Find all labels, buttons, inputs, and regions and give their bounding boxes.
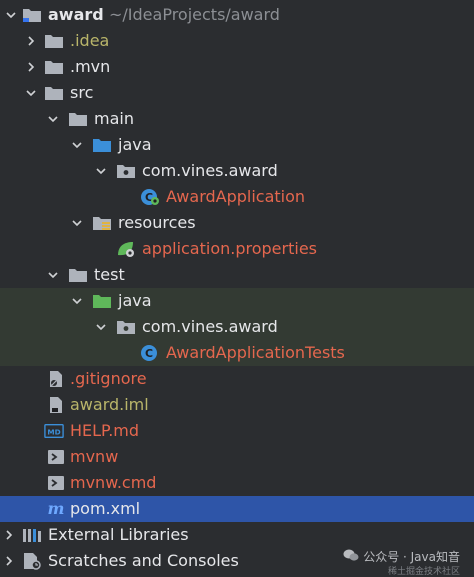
- tree-row-mvnw[interactable]: mvnw: [0, 444, 474, 470]
- tree-row-idea[interactable]: .idea: [0, 28, 474, 54]
- chevron-right-icon[interactable]: [2, 522, 16, 548]
- folder-label: test: [94, 265, 125, 284]
- folder-icon: [44, 58, 64, 76]
- spring-properties-icon: [116, 240, 136, 258]
- folder-icon: [68, 110, 88, 128]
- class-label: AwardApplication: [166, 187, 306, 206]
- package-icon: [116, 318, 136, 336]
- tree-row-src[interactable]: src: [0, 80, 474, 106]
- file-label: .gitignore: [70, 369, 147, 388]
- chevron-right-icon[interactable]: [2, 548, 16, 574]
- chevron-down-icon[interactable]: [24, 80, 38, 106]
- chevron-down-icon[interactable]: [94, 158, 108, 184]
- command-file-icon: [46, 474, 66, 492]
- file-label: application.properties: [142, 239, 317, 258]
- folder-label: .mvn: [70, 57, 111, 76]
- source-folder-icon: [92, 136, 112, 154]
- libraries-icon: [22, 526, 42, 544]
- folder-label: java: [118, 135, 152, 154]
- spring-boot-class-icon: C: [140, 188, 160, 206]
- class-label: AwardApplicationTests: [166, 343, 345, 362]
- chevron-down-icon[interactable]: [70, 210, 84, 236]
- tree-row-gitignore[interactable]: .gitignore: [0, 366, 474, 392]
- node-label: Scratches and Consoles: [48, 551, 239, 570]
- package-label: com.vines.award: [142, 317, 278, 336]
- ignore-file-icon: [46, 370, 66, 388]
- chevron-down-icon[interactable]: [70, 288, 84, 314]
- folder-label: src: [70, 83, 94, 102]
- svg-text:m: m: [48, 500, 65, 518]
- tree-row-main[interactable]: main: [0, 106, 474, 132]
- tree-row-main-java[interactable]: java: [0, 132, 474, 158]
- file-label: mvnw: [70, 447, 119, 466]
- root-path: ~/IdeaProjects/award: [109, 5, 280, 24]
- chevron-down-icon[interactable]: [46, 106, 60, 132]
- file-label: pom.xml: [70, 499, 141, 518]
- chevron-down-icon[interactable]: [46, 262, 60, 288]
- tree-row-iml[interactable]: award.iml: [0, 392, 474, 418]
- tree-row-resources[interactable]: resources: [0, 210, 474, 236]
- resources-folder-icon: [92, 214, 112, 232]
- module-folder-icon: [22, 6, 42, 24]
- folder-label: resources: [118, 213, 196, 232]
- chevron-down-icon[interactable]: [94, 314, 108, 340]
- file-label: HELP.md: [70, 421, 140, 440]
- tree-row-main-class[interactable]: C AwardApplication: [0, 184, 474, 210]
- chevron-right-icon[interactable]: [24, 28, 38, 54]
- tree-row-test[interactable]: test: [0, 262, 474, 288]
- tree-row-mvn[interactable]: .mvn: [0, 54, 474, 80]
- tree-row-pom[interactable]: m pom.xml: [0, 496, 474, 522]
- chevron-down-icon[interactable]: [4, 2, 18, 28]
- folder-label: .idea: [70, 31, 110, 50]
- tree-row-test-java[interactable]: java: [0, 288, 474, 314]
- wechat-icon: [343, 548, 359, 565]
- tree-row-test-class[interactable]: C AwardApplicationTests: [0, 340, 474, 366]
- tree-row-mvnw-cmd[interactable]: mvnw.cmd: [0, 470, 474, 496]
- module-file-icon: [46, 396, 66, 414]
- folder-icon: [68, 266, 88, 284]
- test-folder-icon: [92, 292, 112, 310]
- svg-text:C: C: [145, 347, 153, 360]
- tree-row-help[interactable]: MD HELP.md: [0, 418, 474, 444]
- project-tree: award ~/IdeaProjects/award .idea .mvn sr…: [0, 2, 474, 574]
- root-name: award: [48, 5, 104, 24]
- class-icon: C: [140, 344, 160, 362]
- watermark: 公众号 · Java知音: [343, 548, 460, 565]
- shell-script-icon: [46, 448, 66, 466]
- tree-row-root[interactable]: award ~/IdeaProjects/award: [0, 2, 474, 28]
- maven-icon: m: [46, 500, 66, 518]
- file-label: mvnw.cmd: [70, 473, 157, 492]
- chevron-right-icon[interactable]: [24, 54, 38, 80]
- folder-label: main: [94, 109, 134, 128]
- tree-row-main-package[interactable]: com.vines.award: [0, 158, 474, 184]
- tree-row-test-package[interactable]: com.vines.award: [0, 314, 474, 340]
- chevron-down-icon[interactable]: [70, 132, 84, 158]
- watermark-text: 公众号 · Java知音: [363, 550, 460, 564]
- package-icon: [116, 162, 136, 180]
- scratches-icon: [22, 552, 42, 570]
- folder-icon: [44, 84, 64, 102]
- markdown-file-icon: MD: [44, 422, 64, 440]
- file-label: award.iml: [70, 395, 149, 414]
- package-label: com.vines.award: [142, 161, 278, 180]
- node-label: External Libraries: [48, 525, 189, 544]
- folder-label: java: [118, 291, 152, 310]
- tree-row-properties[interactable]: application.properties: [0, 236, 474, 262]
- tree-row-external-libraries[interactable]: External Libraries: [0, 522, 474, 548]
- folder-icon: [44, 32, 64, 50]
- svg-text:MD: MD: [47, 428, 60, 437]
